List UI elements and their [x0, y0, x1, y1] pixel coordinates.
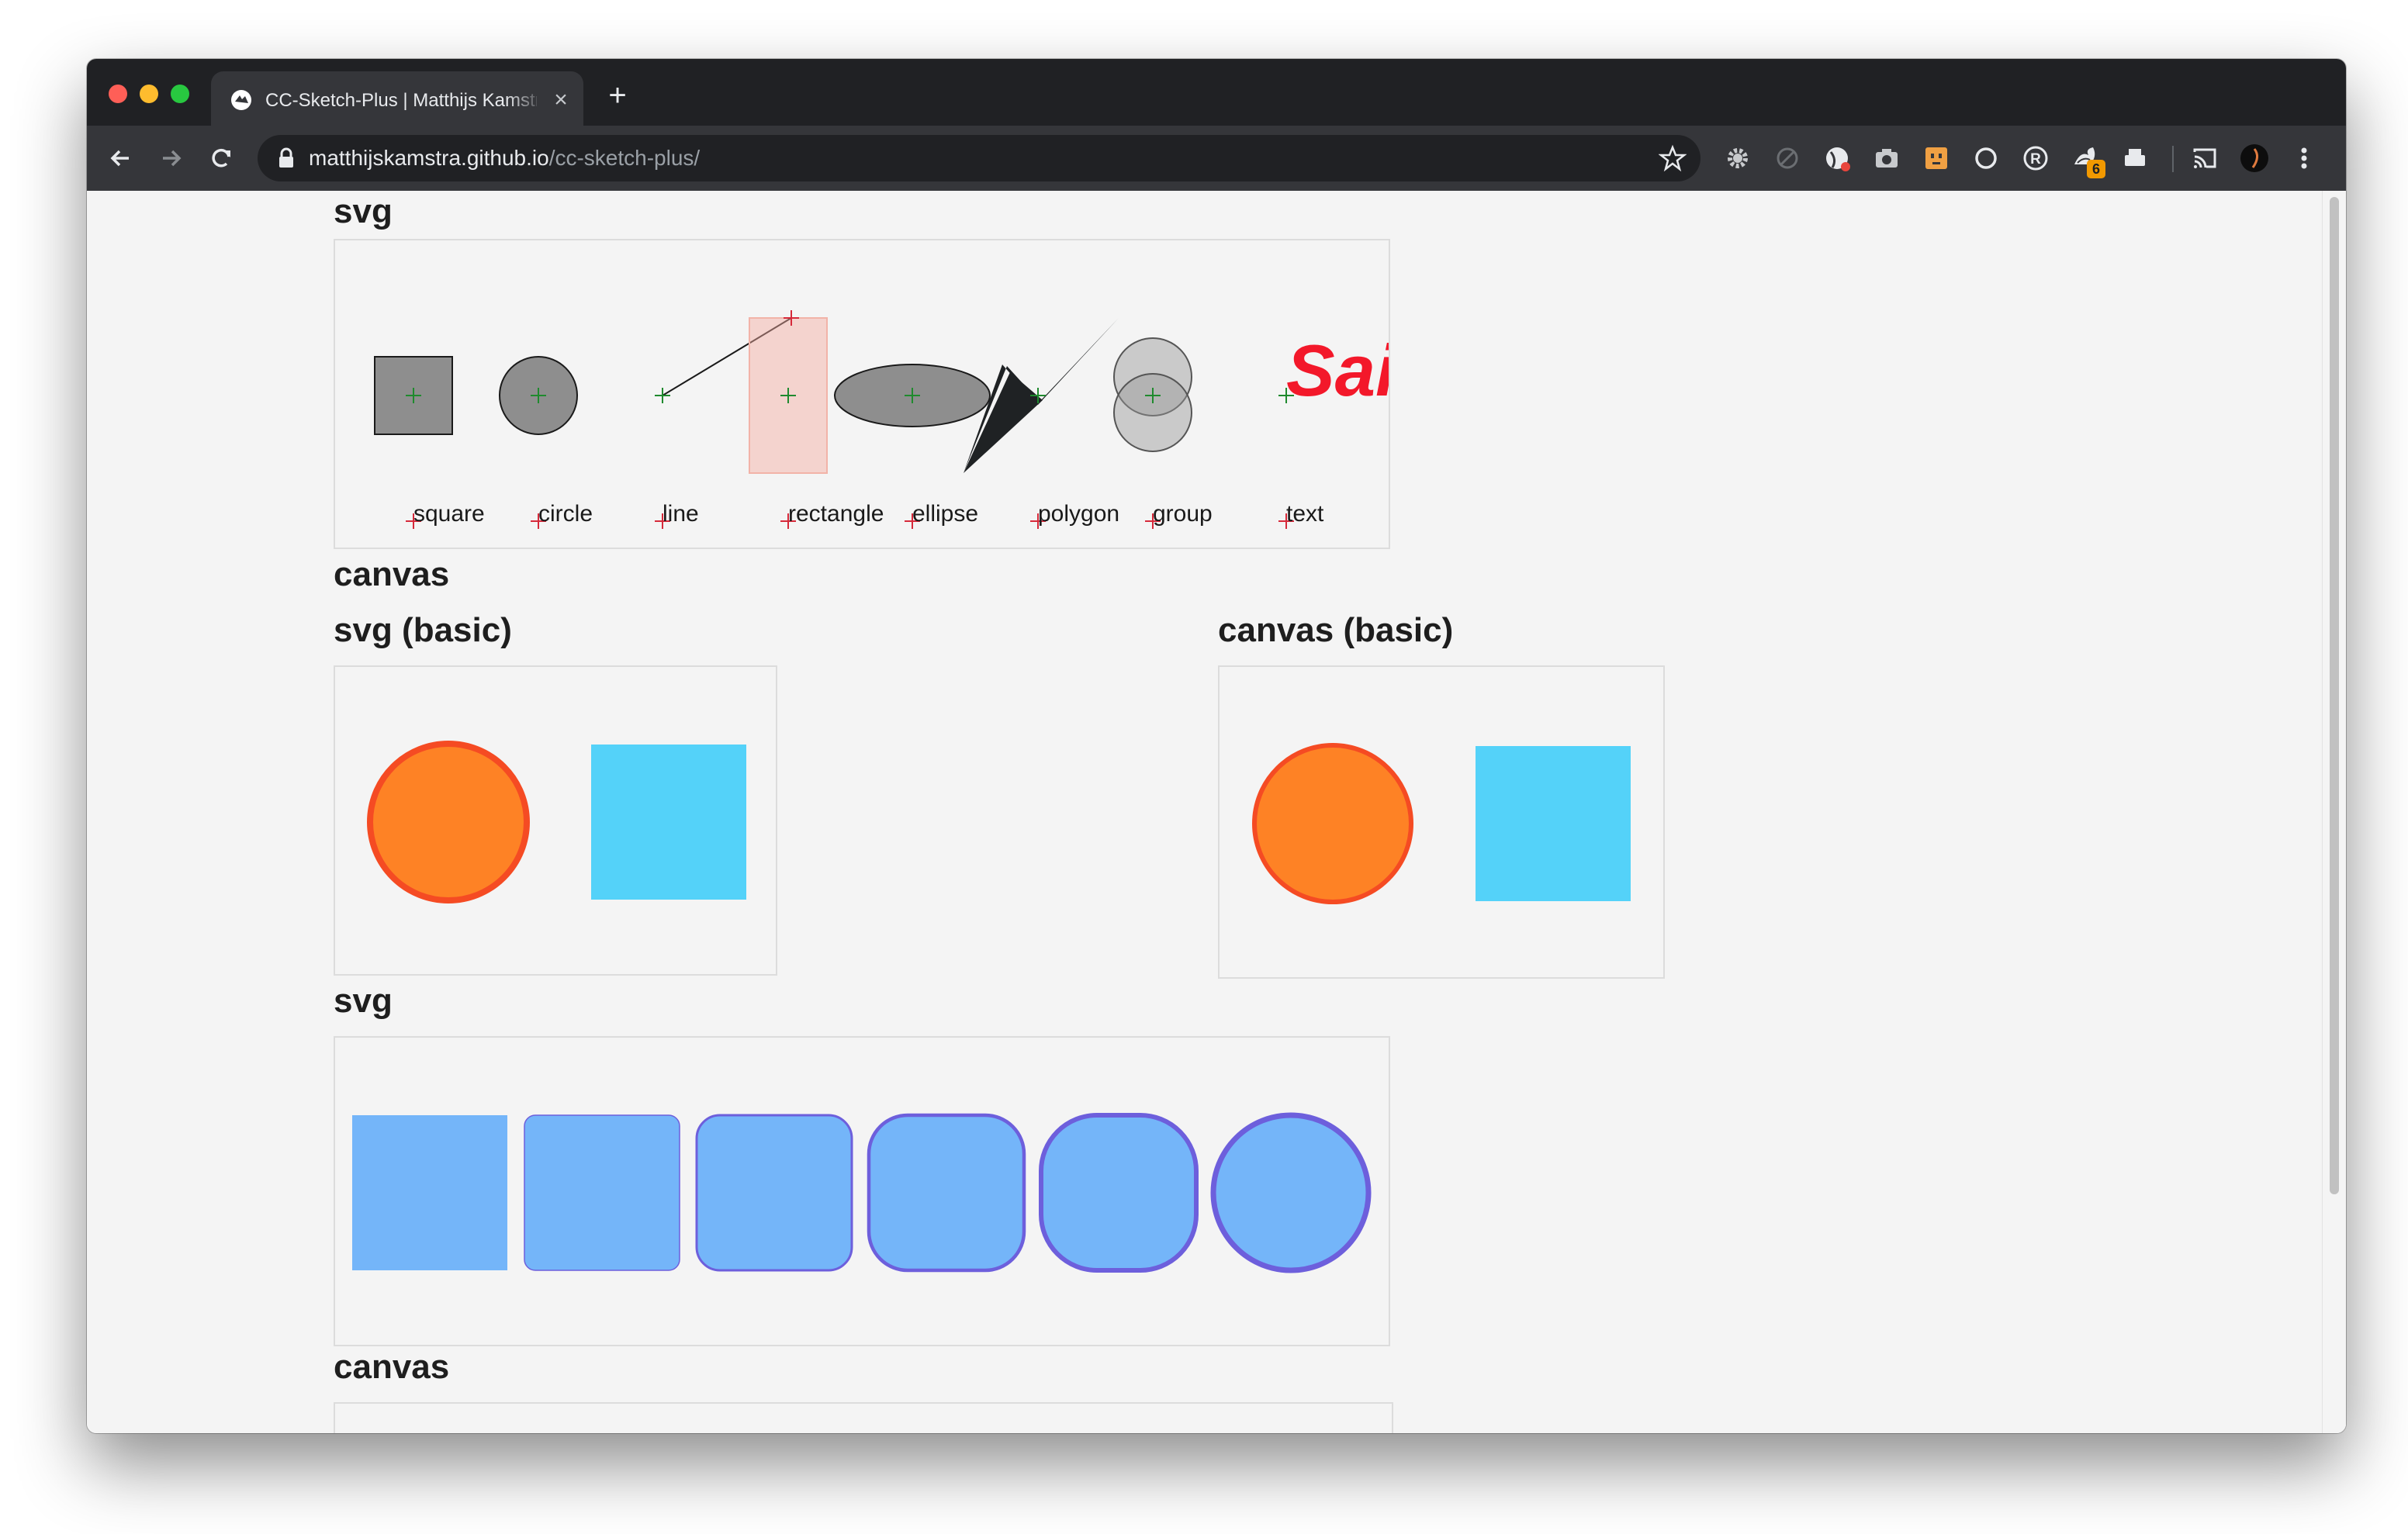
section-heading-canvas: canvas — [334, 555, 450, 593]
circle-extension-icon[interactable] — [1970, 143, 2001, 174]
section-heading-svg-basic: svg (basic) — [334, 611, 512, 649]
url-text: matthijskamstra.github.io/cc-sketch-plus… — [309, 146, 700, 171]
label-line: line — [663, 501, 699, 527]
close-window-button[interactable] — [109, 85, 127, 103]
rounded-rect-5 — [1210, 1112, 1372, 1273]
rounded-rect-0 — [352, 1115, 507, 1270]
cast-icon[interactable] — [2189, 143, 2220, 174]
browser-tab[interactable]: CC-Sketch-Plus | Matthijs Kamstra × — [211, 71, 583, 126]
forward-icon[interactable] — [152, 140, 189, 177]
label-group: group — [1153, 501, 1213, 527]
browser-window: CC-Sketch-Plus | Matthijs Kamstra × + ma… — [87, 59, 2346, 1433]
basic-circle — [367, 741, 530, 903]
disabled-extension-icon[interactable] — [1772, 143, 1803, 174]
scrollbar-thumb[interactable] — [2330, 197, 2339, 1194]
rounded-rect-3 — [867, 1113, 1026, 1273]
label-square: square — [413, 501, 485, 527]
svg-basic-sketch — [367, 741, 746, 903]
browser-toolbar: matthijskamstra.github.io/cc-sketch-plus… — [87, 126, 2346, 191]
demo-text: Sai — [1286, 330, 1390, 411]
label-rectangle: rectangle — [788, 501, 884, 527]
svg-text:R: R — [2030, 151, 2041, 168]
svg-rounded-demo — [334, 1036, 1390, 1346]
section-heading-svg: svg — [334, 192, 393, 230]
canvas-basic-demo — [1218, 665, 1665, 979]
tab-title: CC-Sketch-Plus | Matthijs Kamstra — [265, 90, 537, 111]
url-path: /cc-sketch-plus/ — [548, 146, 701, 170]
extension-badge: 6 — [2087, 160, 2105, 178]
rounded-rects-sketch — [352, 1112, 1372, 1273]
rounded-rect-2 — [695, 1114, 853, 1272]
toolbar-divider — [2172, 146, 2174, 172]
bookmark-star-icon[interactable] — [1659, 144, 1687, 172]
lock-icon — [279, 147, 293, 168]
address-bar[interactable]: matthijskamstra.github.io/cc-sketch-plus… — [258, 135, 1700, 181]
section-heading-canvas-basic: canvas (basic) — [1218, 611, 1454, 649]
registered-extension-icon[interactable]: R — [2020, 143, 2051, 174]
url-host: matthijskamstra.github.io — [309, 146, 549, 170]
reload-icon[interactable] — [203, 140, 240, 177]
section-heading-svg-rounded: svg — [334, 982, 393, 1020]
rounded-rect-4 — [1039, 1113, 1199, 1273]
label-ellipse: ellipse — [912, 501, 978, 527]
label-circle: circle — [538, 501, 593, 527]
basic-square — [591, 745, 746, 900]
page-scrollbar[interactable] — [2322, 191, 2346, 1433]
svg-basic-demo — [334, 665, 777, 976]
title-bar: CC-Sketch-Plus | Matthijs Kamstra × + — [87, 59, 2346, 126]
camera-extension-icon[interactable] — [1871, 143, 1902, 174]
label-polygon: polygon — [1038, 501, 1119, 527]
profile-avatar-icon[interactable] — [2239, 143, 2270, 174]
back-icon[interactable] — [102, 140, 140, 177]
menu-icon[interactable] — [2289, 143, 2320, 174]
shapes-sketch: Sai square circle line rectangle ellipse… — [374, 310, 1390, 529]
page-content: svg Sai square circle line rectangle ell… — [87, 191, 2346, 1433]
tab-title-fade — [506, 84, 545, 115]
minimize-window-button[interactable] — [140, 85, 158, 103]
globe-extension-icon[interactable] — [1822, 143, 1853, 174]
flame-extension-icon[interactable]: 6 — [2070, 143, 2105, 178]
gear-extension-icon[interactable] — [1722, 143, 1753, 174]
canvas-circle — [1252, 743, 1413, 904]
label-text: text — [1286, 501, 1324, 527]
tab-close-icon[interactable]: × — [548, 87, 574, 113]
printer-extension-icon[interactable] — [2119, 143, 2150, 174]
canvas-basic-sketch — [1252, 743, 1631, 904]
canvas-square — [1476, 746, 1631, 901]
new-tab-button[interactable]: + — [602, 80, 633, 112]
canvas-bottom-demo — [334, 1402, 1393, 1433]
face-extension-icon[interactable] — [1921, 143, 1952, 174]
rounded-rect-1 — [524, 1114, 680, 1271]
maximize-window-button[interactable] — [171, 85, 189, 103]
svg-shapes-demo: Sai square circle line rectangle ellipse… — [334, 239, 1390, 549]
favicon-icon — [231, 90, 251, 110]
section-heading-canvas-bottom: canvas — [334, 1348, 450, 1386]
